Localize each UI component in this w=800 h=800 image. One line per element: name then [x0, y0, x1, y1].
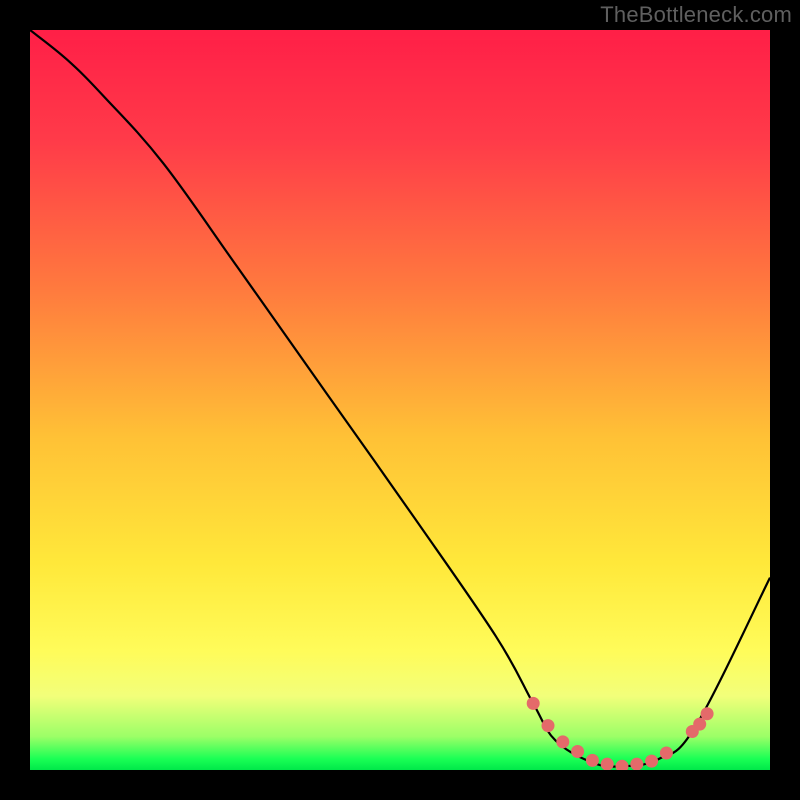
optimal-marker	[601, 758, 614, 770]
chart-frame: TheBottleneck.com	[0, 0, 800, 800]
optimal-marker	[630, 758, 643, 770]
optimal-marker	[645, 755, 658, 768]
optimal-marker	[571, 745, 584, 758]
gradient-background	[30, 30, 770, 770]
plot-area	[30, 30, 770, 770]
optimal-marker	[556, 735, 569, 748]
optimal-marker	[701, 707, 714, 720]
optimal-marker	[586, 754, 599, 767]
watermark-text: TheBottleneck.com	[600, 2, 792, 28]
chart-svg	[30, 30, 770, 770]
optimal-marker	[542, 719, 555, 732]
optimal-marker	[660, 746, 673, 759]
optimal-marker	[527, 697, 540, 710]
